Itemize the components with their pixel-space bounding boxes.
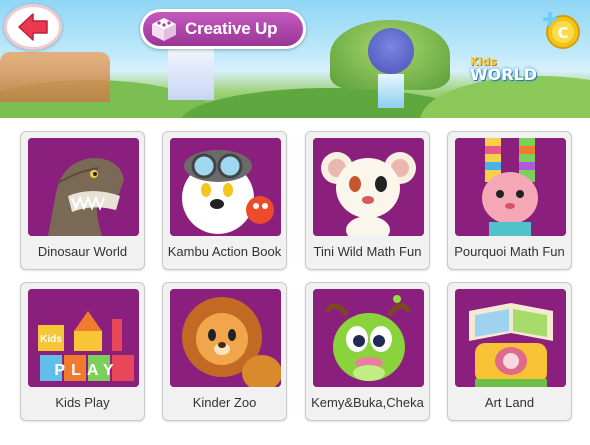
- art-land-book-thumbnail: [455, 289, 566, 387]
- app-label: Kemy&Buka,Cheka: [311, 395, 424, 410]
- app-card-dinosaur-world[interactable]: Dinosaur World: [20, 131, 145, 270]
- pourquoi-rabbit-thumbnail: [455, 138, 566, 236]
- app-label: Tini Wild Math Fun: [313, 244, 422, 259]
- monster-illustration: [368, 28, 414, 74]
- kids-world-logo: Kids WORLD: [470, 55, 560, 85]
- app-label: Art Land: [484, 395, 535, 410]
- app-card-tini-wild-math-fun[interactable]: Tini Wild Math Fun: [305, 131, 430, 270]
- app-grid: Dinosaur World Kambu Action Book Tini Wi…: [20, 131, 572, 425]
- app-label: Kambu Action Book: [167, 244, 282, 259]
- coin-plus-icon: C: [543, 12, 580, 49]
- app-card-kambu-action-book[interactable]: Kambu Action Book: [162, 131, 287, 270]
- app-card-kemy-buka-cheka[interactable]: Kemy&Buka,Cheka: [305, 282, 430, 421]
- logo-world-text: WORLD: [470, 65, 538, 84]
- app-card-kids-play[interactable]: Kids PLAY Kids Play: [20, 282, 145, 421]
- app-card-pourquoi-math-fun[interactable]: Pourquoi Math Fun: [447, 131, 572, 270]
- app-label: Dinosaur World: [37, 244, 128, 259]
- dinosaur-thumbnail: [28, 138, 139, 236]
- page-title-pill: Creative Up: [140, 9, 306, 49]
- waterfall-illustration: [378, 74, 404, 108]
- app-label: Pourquoi Math Fun: [454, 244, 565, 259]
- castle-illustration: [168, 46, 214, 100]
- cube-icon: [149, 15, 179, 43]
- app-card-kinder-zoo[interactable]: Kinder Zoo: [162, 282, 287, 421]
- app-label: Kids Play: [55, 395, 110, 410]
- lion-thumbnail: [170, 289, 281, 387]
- kids-play-blocks-thumbnail: Kids PLAY: [28, 289, 139, 387]
- village-illustration: [0, 52, 110, 102]
- app-card-art-land[interactable]: Art Land: [447, 282, 572, 421]
- back-button[interactable]: [4, 4, 62, 50]
- app-label: Kinder Zoo: [192, 395, 257, 410]
- page-title: Creative Up: [185, 19, 278, 38]
- svg-text:Kids: Kids: [40, 334, 62, 345]
- kambu-dog-thumbnail: [170, 138, 281, 236]
- coin-plus-button[interactable]: C: [540, 8, 582, 50]
- back-arrow-icon: [18, 13, 48, 41]
- svg-text:C: C: [557, 24, 568, 42]
- green-monster-thumbnail: [313, 289, 424, 387]
- tini-bear-thumbnail: [313, 138, 424, 236]
- svg-text:PLAY: PLAY: [54, 362, 119, 379]
